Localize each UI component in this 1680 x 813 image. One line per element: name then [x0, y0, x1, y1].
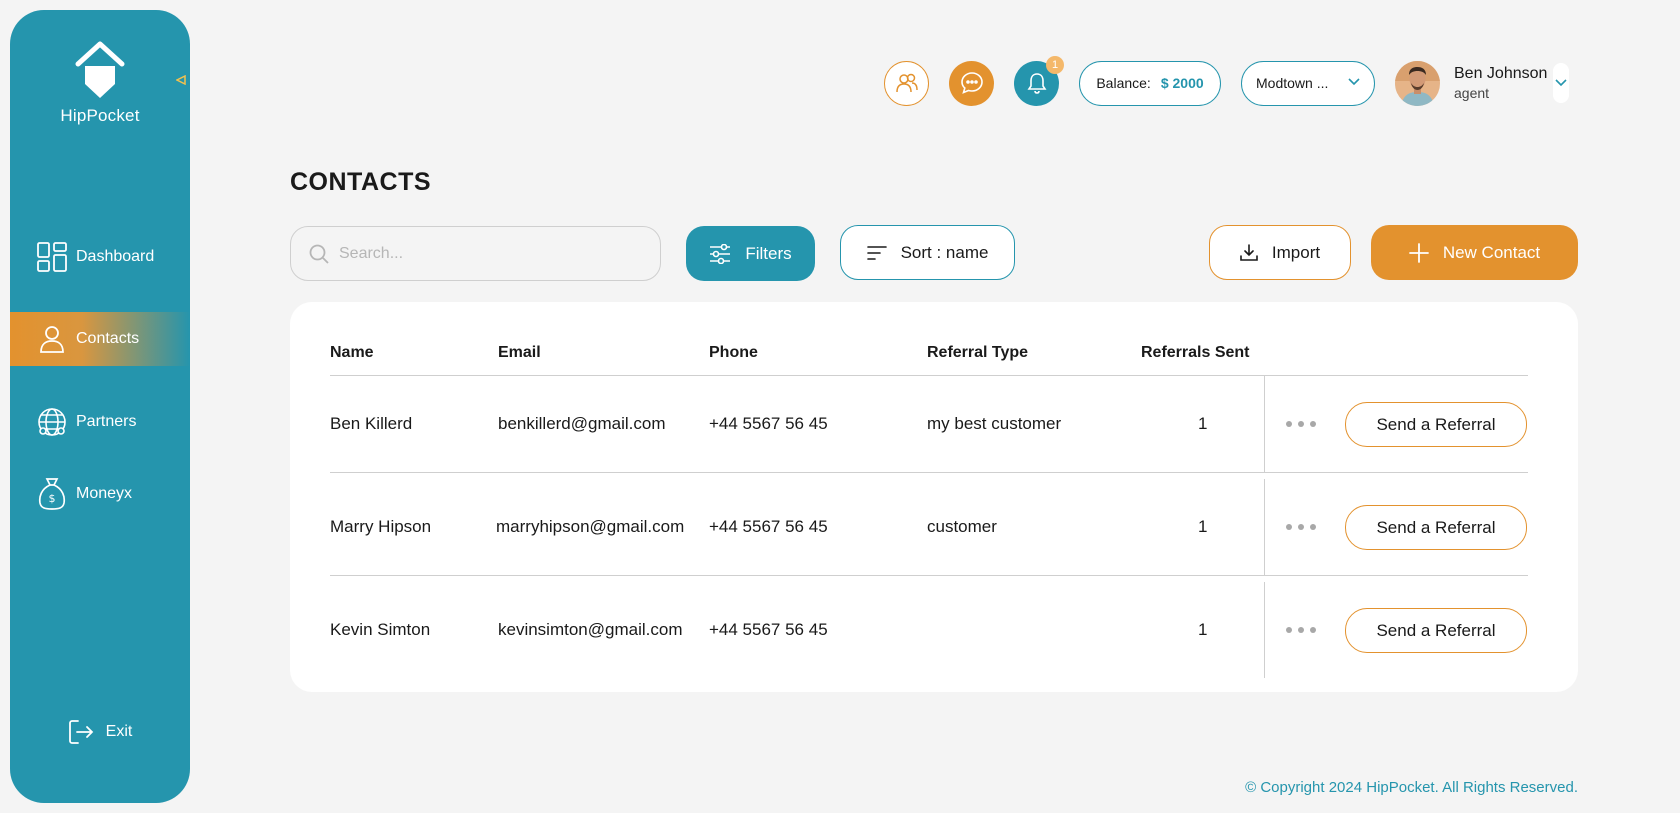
top-bar: 1 Balance: $ 2000 Modtown ... Ben Johnso…: [884, 55, 1570, 106]
bell-icon: [1027, 73, 1046, 94]
sidebar-item-dashboard[interactable]: Dashboard: [10, 230, 190, 284]
column-header-email[interactable]: Email: [498, 344, 541, 362]
chevron-down-icon: [1555, 79, 1567, 87]
search-box[interactable]: [290, 226, 661, 281]
cell-email: kevinsimton@gmail.com: [498, 620, 683, 639]
new-contact-label: New Contact: [1442, 242, 1541, 262]
new-contact-button[interactable]: New Contact: [1371, 225, 1578, 280]
exit-icon: [68, 719, 94, 745]
sidebar-item-contacts[interactable]: Contacts: [10, 312, 190, 366]
column-divider: [1264, 479, 1265, 575]
send-referral-button[interactable]: Send a Referral: [1345, 608, 1527, 653]
more-options-icon[interactable]: [1286, 414, 1316, 434]
sidebar-item-label: Partners: [76, 413, 137, 430]
sidebar-item-label: Moneyx: [76, 485, 133, 502]
logo[interactable]: HipPocket: [10, 40, 190, 126]
send-referral-button[interactable]: Send a Referral: [1345, 505, 1527, 550]
location-value: Modtown ...: [1256, 75, 1329, 91]
location-select[interactable]: Modtown ...: [1241, 60, 1375, 106]
cell-referrals-sent: 1: [1198, 414, 1208, 433]
sliders-icon: [709, 243, 731, 264]
contacts-table: Name Email Phone Referral Type Referrals…: [290, 302, 1578, 692]
sidebar-item-moneyx[interactable]: $ Moneyx: [10, 467, 190, 521]
column-divider: [1264, 582, 1265, 678]
column-header-name[interactable]: Name: [330, 344, 374, 362]
sort-lines-icon: [866, 245, 887, 261]
table-row[interactable]: Marry Hipson marryhipson@gmail.com +44 5…: [290, 479, 1578, 582]
more-options-icon[interactable]: [1286, 620, 1316, 640]
sort-label: Sort : name: [900, 242, 989, 262]
user-name: Ben Johnson: [1454, 65, 1548, 82]
more-options-icon[interactable]: [1286, 517, 1316, 537]
cell-name: Ben Killerd: [330, 414, 413, 433]
table-row[interactable]: Kevin Simton kevinsimton@gmail.com +44 5…: [290, 582, 1578, 685]
filters-label: Filters: [745, 243, 792, 263]
column-header-phone[interactable]: Phone: [709, 344, 758, 362]
column-header-referral-type[interactable]: Referral Type: [927, 344, 1028, 362]
copyright-footer: © Copyright 2024 HipPocket. All Rights R…: [1245, 779, 1578, 796]
user-profile[interactable]: Ben Johnson agent: [1395, 60, 1570, 106]
table-row[interactable]: Ben Killerd benkillerd@gmail.com +44 556…: [290, 376, 1578, 479]
sort-button[interactable]: Sort : name: [840, 225, 1015, 280]
cell-name: Marry Hipson: [330, 517, 432, 536]
sidebar-item-partners[interactable]: Partners: [10, 395, 190, 449]
notification-badge: 1: [1046, 55, 1064, 74]
column-header-referrals-sent[interactable]: Referrals Sent: [1141, 344, 1250, 362]
download-icon: [1240, 243, 1258, 262]
cell-name: Kevin Simton: [330, 620, 431, 639]
column-divider: [1264, 376, 1265, 472]
cell-phone: +44 5567 56 45: [709, 517, 828, 536]
user-info: Ben Johnson agent: [1454, 65, 1547, 101]
cell-referrals-sent: 1: [1198, 620, 1208, 639]
cell-phone: +44 5567 56 45: [709, 620, 828, 639]
cell-referrals-sent: 1: [1198, 517, 1208, 536]
dashboard-icon: [36, 241, 68, 273]
team-icon: [895, 73, 918, 93]
exit-button[interactable]: Exit: [10, 719, 190, 745]
plus-icon: [1408, 242, 1429, 263]
page-title: CONTACTS: [290, 168, 432, 196]
team-button[interactable]: [884, 60, 929, 106]
row-divider: [330, 472, 1528, 473]
chat-icon: [960, 72, 983, 94]
person-icon: [36, 323, 68, 355]
notifications-button[interactable]: 1: [1014, 55, 1064, 106]
profile-menu-toggle[interactable]: [1553, 63, 1570, 103]
cell-email: benkillerd@gmail.com: [498, 414, 666, 433]
svg-text:$: $: [49, 492, 56, 505]
money-bag-icon: $: [36, 478, 68, 510]
cell-referral-type: customer: [927, 517, 997, 536]
balance-amount: $ 2000: [1160, 75, 1204, 91]
cell-email: marryhipson@gmail.com: [496, 517, 685, 536]
filters-button[interactable]: Filters: [686, 226, 815, 281]
import-button[interactable]: Import: [1209, 225, 1351, 280]
balance-label: Balance:: [1096, 75, 1151, 91]
globe-people-icon: [36, 406, 68, 438]
cell-referral-type: my best customer: [927, 414, 1062, 433]
import-label: Import: [1271, 242, 1321, 262]
exit-label: Exit: [105, 723, 133, 740]
send-referral-button[interactable]: Send a Referral: [1345, 402, 1527, 447]
search-icon: [309, 244, 329, 264]
sidebar-item-label: Contacts: [76, 330, 140, 347]
sidebar: HipPocket Dashboard Contacts Partners $ …: [10, 10, 190, 803]
house-logo-icon: [75, 41, 125, 98]
logo-text: HipPocket: [60, 106, 140, 125]
sidebar-item-label: Dashboard: [76, 248, 155, 265]
row-divider: [330, 575, 1528, 576]
collapse-sidebar-icon[interactable]: [175, 72, 186, 90]
user-role: agent: [1454, 85, 1490, 101]
cell-phone: +44 5567 56 45: [709, 414, 828, 433]
avatar: [1395, 60, 1440, 106]
chevron-down-icon: [1348, 77, 1360, 85]
balance-display: Balance: $ 2000: [1079, 60, 1221, 106]
messages-button[interactable]: [949, 60, 994, 106]
search-input[interactable]: [339, 244, 639, 263]
